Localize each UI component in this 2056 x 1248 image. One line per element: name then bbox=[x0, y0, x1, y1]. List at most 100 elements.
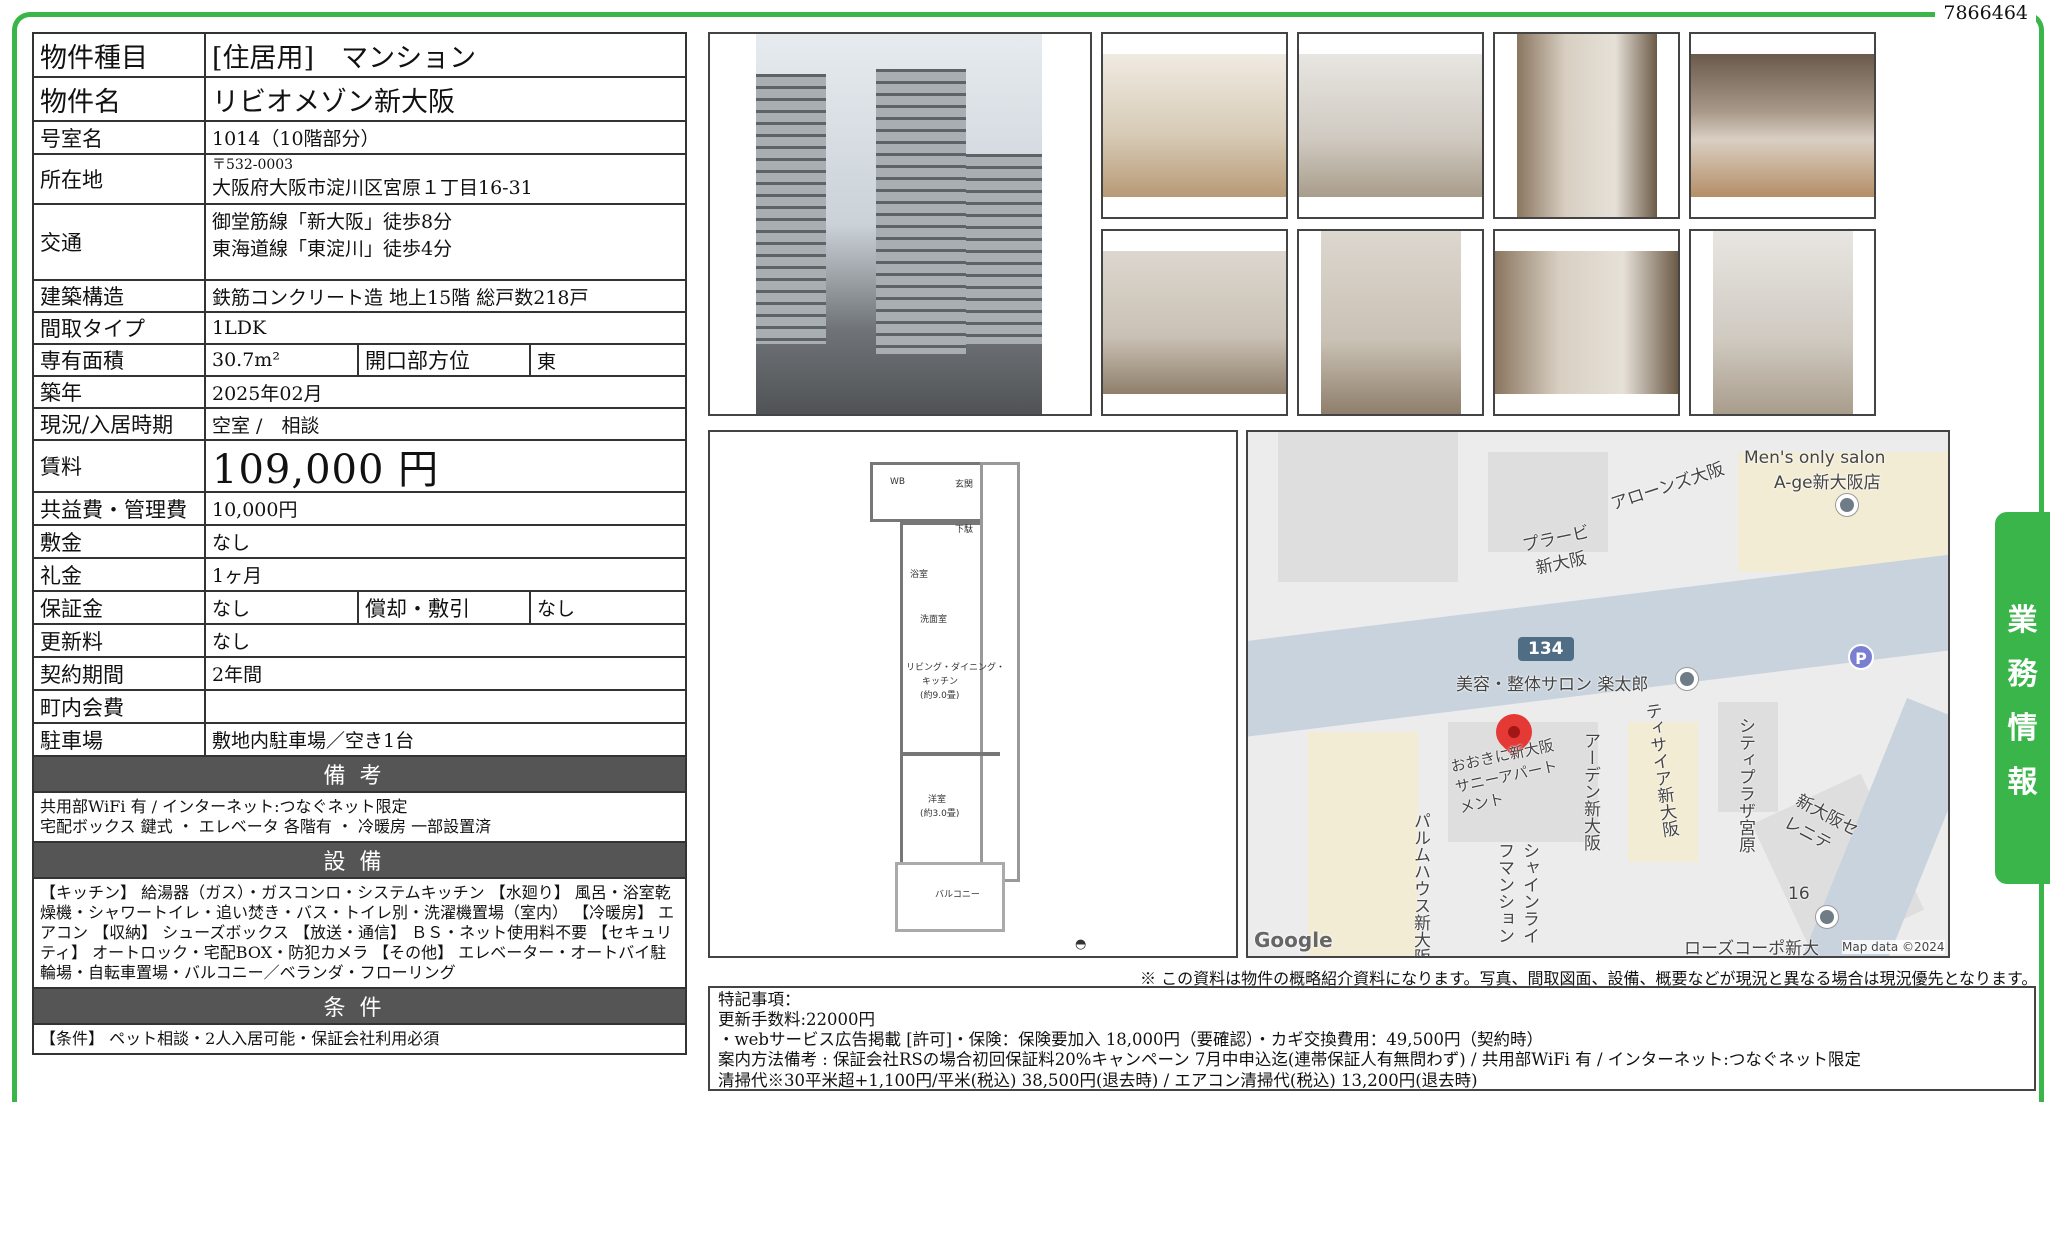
row-address: 所在地 〒532-0003 大阪府大阪市淀川区宮原１丁目16-31 bbox=[34, 155, 685, 205]
hallway-photo bbox=[1297, 32, 1484, 219]
row-renewal: 更新料 なし bbox=[34, 625, 685, 658]
equipment-heading: 設備 bbox=[34, 843, 685, 879]
map-label-arden: アーデン新大阪 bbox=[1580, 732, 1600, 851]
value-status: 空室 / 相談 bbox=[212, 414, 320, 437]
compass-icon: ◓ bbox=[1075, 937, 1087, 952]
remarks-heading: 備考 bbox=[34, 757, 685, 793]
room-window-photo bbox=[1101, 32, 1288, 219]
label-type: 物件種目 bbox=[34, 34, 206, 76]
label-guarantee: 保証金 bbox=[34, 592, 206, 623]
property-spec-table: 物件種目 [住居用] マンション 物件名 リビオメゾン新大阪 号室名 1014（… bbox=[32, 32, 687, 1055]
value-built: 2025年02月 bbox=[212, 382, 323, 405]
label-area: 専有面積 bbox=[34, 345, 206, 375]
special-remarks-line-1: 特記事項： bbox=[718, 990, 801, 1009]
map-block bbox=[1278, 432, 1458, 582]
plan-label-washroom: 洗面室 bbox=[920, 615, 948, 625]
map-place-pin[interactable] bbox=[1816, 906, 1838, 928]
label-address: 所在地 bbox=[34, 155, 206, 203]
parking-icon[interactable]: P bbox=[1848, 644, 1874, 670]
value-contract: 2年間 bbox=[212, 664, 263, 686]
label-deposit: 敷金 bbox=[34, 526, 206, 557]
plan-label-wb: WB bbox=[890, 477, 906, 487]
area-opening-split: 30.7m² 開口部方位 東 bbox=[206, 345, 685, 375]
value-type: [住居用] マンション bbox=[212, 42, 477, 74]
map-attribution: Map data ©2024 bbox=[1842, 940, 1945, 954]
toilet-photo bbox=[1101, 229, 1288, 416]
row-room: 号室名 1014（10階部分） bbox=[34, 122, 685, 155]
floor-plan: WB 玄関 下駄 浴室 洗面室 リビング・ダイニング・ キッチン (約9.0畳)… bbox=[708, 430, 1238, 958]
value-guarantee: なし bbox=[206, 592, 359, 623]
value-layout: 1LDK bbox=[212, 317, 267, 339]
label-renewal: 更新料 bbox=[34, 625, 206, 656]
plan-label-entrance: 玄関 bbox=[955, 480, 974, 490]
label-keymoney: 礼金 bbox=[34, 559, 206, 590]
label-name: 物件名 bbox=[34, 78, 206, 120]
label-rent: 賃料 bbox=[34, 441, 206, 491]
row-name: 物件名 リビオメゾン新大阪 bbox=[34, 78, 685, 122]
label-town: 町内会費 bbox=[34, 691, 206, 722]
map-block-number: 16 bbox=[1788, 884, 1810, 904]
map-label-alones: アローンズ大阪 bbox=[1608, 459, 1727, 515]
transport-line-1: 御堂筋線「新大阪」徒歩8分 bbox=[212, 211, 453, 233]
row-guarantee: 保証金 なし 償却・敷引 なし bbox=[34, 592, 685, 625]
value-fee: 10,000円 bbox=[212, 499, 298, 521]
plan-label-balcony: バルコニー bbox=[935, 890, 980, 900]
row-parking: 駐車場 敷地内駐車場／空き1台 bbox=[34, 724, 685, 757]
label-contract: 契約期間 bbox=[34, 658, 206, 689]
special-remarks-line-4: 案内方法備考 : 保証会社RSの場合初回保証料20%キャンペーン 7月中申込迄(… bbox=[718, 1050, 1861, 1070]
map-label-shinelife: シャインライフマンション bbox=[1494, 842, 1539, 944]
map-label-salon: Men's only salon bbox=[1744, 448, 1886, 468]
conditions-body: 【条件】 ペット相談・2人入居可能・保証会社利用必須 bbox=[40, 1029, 440, 1048]
kitchen-photo bbox=[1689, 32, 1876, 219]
plan-label-shoes: 下駄 bbox=[955, 525, 974, 535]
value-address: 〒532-0003 大阪府大阪市淀川区宮原１丁目16-31 bbox=[206, 155, 685, 203]
map-label-cityplaza: シティプラザ宮原 bbox=[1735, 717, 1755, 853]
special-remarks-box: 特記事項： 更新手数料:22000円 ・webサービス広告掲載 [許可]・保険：… bbox=[708, 986, 2036, 1091]
plan-label-ldk-1: リビング・ダイニング・ bbox=[906, 663, 1006, 673]
row-deposit: 敷金 なし bbox=[34, 526, 685, 559]
row-structure: 建築構造 鉄筋コンクリート造 地上15階 総戸数218戸 bbox=[34, 281, 685, 313]
building-exterior-photo bbox=[708, 32, 1092, 416]
map-place-pin[interactable] bbox=[1836, 494, 1858, 516]
row-keymoney: 礼金 1ヶ月 bbox=[34, 559, 685, 592]
value-rent: 109,000 円 bbox=[212, 447, 440, 493]
label-layout: 間取タイプ bbox=[34, 313, 206, 343]
business-info-tab[interactable]: 業 務 情 報 bbox=[1995, 512, 2050, 884]
row-contract: 契約期間 2年間 bbox=[34, 658, 685, 691]
tab-char-1: 業 bbox=[2007, 603, 2038, 638]
plan-label-bath: 浴室 bbox=[910, 570, 929, 580]
closet-photo bbox=[1493, 32, 1680, 219]
row-layout: 間取タイプ 1LDK bbox=[34, 313, 685, 345]
value-parking: 敷地内駐車場／空き1台 bbox=[212, 730, 415, 752]
map-place-pin[interactable] bbox=[1676, 668, 1698, 690]
equipment-body: 【キッチン】 給湯器（ガス）・ガスコンロ・システムキッチン 【水廻り】 風呂・浴… bbox=[34, 879, 685, 989]
map-label-rakutaro: 美容・整体サロン 楽太郎 bbox=[1456, 675, 1649, 695]
value-name: リビオメゾン新大阪 bbox=[212, 86, 455, 118]
map-label-rosecorpo: ローズコーポ新大 bbox=[1684, 939, 1820, 958]
location-map[interactable]: Men's only salon A-ge新大阪店 アローンズ大阪 プラービ新大… bbox=[1246, 430, 1950, 958]
label-room: 号室名 bbox=[34, 122, 206, 153]
value-town bbox=[206, 691, 685, 722]
google-logo: Google bbox=[1254, 928, 1333, 952]
value-renewal: なし bbox=[212, 631, 251, 653]
map-label-palm: パルムハウス新大阪 bbox=[1410, 812, 1430, 958]
map-block bbox=[1308, 732, 1418, 956]
tab-char-2: 務 bbox=[2007, 657, 2038, 692]
label-parking: 駐車場 bbox=[34, 724, 206, 755]
row-type: 物件種目 [住居用] マンション bbox=[34, 34, 685, 78]
row-built: 築年 2025年02月 bbox=[34, 377, 685, 409]
value-transport: 御堂筋線「新大阪」徒歩8分 東海道線「東淀川」徒歩4分 bbox=[206, 205, 685, 279]
remarks-body: 共用部WiFi 有 / インターネット:つなぐネット限定 宅配ボックス 鍵式 ・… bbox=[34, 793, 685, 843]
document-id: 7866464 bbox=[1935, 2, 2036, 24]
value-amortization: なし bbox=[537, 598, 576, 620]
guarantee-split: なし 償却・敷引 なし bbox=[206, 592, 685, 623]
special-remarks-line-2: 更新手数料:22000円 bbox=[718, 1010, 876, 1030]
tab-char-3: 情 bbox=[2007, 711, 2038, 746]
label-built: 築年 bbox=[34, 377, 206, 407]
special-remarks-line-3: ・webサービス広告掲載 [許可]・保険：保険要加入 18,000円（要確認）・… bbox=[718, 1030, 1544, 1050]
plan-divider bbox=[900, 752, 1000, 756]
value-keymoney: 1ヶ月 bbox=[212, 565, 263, 587]
label-status: 現況/入居時期 bbox=[34, 409, 206, 439]
row-fee: 共益費・管理費 10,000円 bbox=[34, 493, 685, 526]
postal-code: 〒532-0003 bbox=[212, 156, 294, 173]
